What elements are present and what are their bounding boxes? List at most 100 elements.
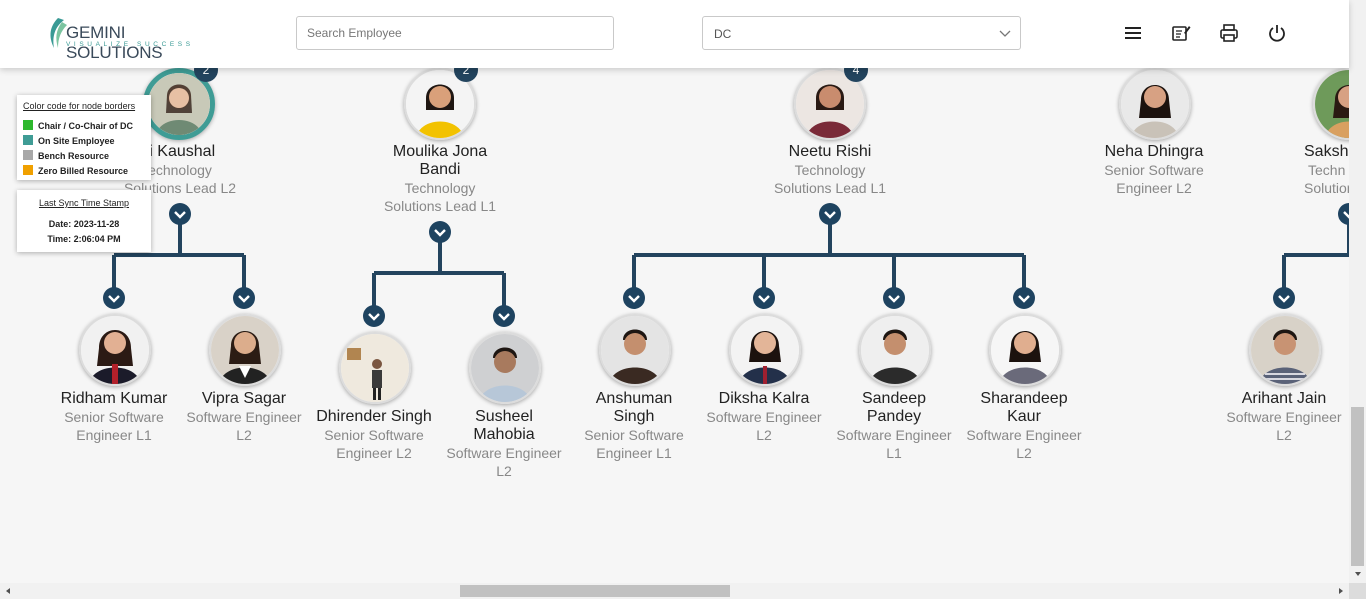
employee-role: Software Engineer	[1226, 409, 1342, 425]
org-chart-canvas[interactable]: 2 ti Kaushal echnology Solutions Lead L2…	[0, 68, 1349, 583]
expand-toggle-sakshi[interactable]	[1338, 203, 1349, 225]
employee-name: Dhirender Singh	[316, 408, 432, 425]
expand-toggle-ridham[interactable]	[103, 287, 125, 309]
employee-role: Engineer L2	[336, 445, 412, 461]
node-sandeep[interactable]: Sandeep Pandey Software Engineer L1	[824, 390, 964, 462]
chevron-down-icon	[108, 295, 120, 303]
avatar-arihant[interactable]	[1249, 314, 1321, 386]
employee-name: Bandi	[419, 161, 461, 178]
avatar-ridham[interactable]	[79, 314, 151, 386]
avatar-anshuman[interactable]	[599, 314, 671, 386]
sync-timestamp-box: Last Sync Time Stamp Date: 2023-11-28 Ti…	[17, 190, 151, 252]
legend-label: Chair / Co-Chair of DC	[38, 121, 134, 131]
employee-role: L2	[236, 427, 252, 443]
sync-time: Time: 2:06:04 PM	[47, 234, 121, 244]
vertical-scroll-thumb[interactable]	[1351, 407, 1364, 566]
power-icon[interactable]	[1266, 22, 1288, 44]
avatar-sharandeep[interactable]	[989, 314, 1061, 386]
employee-role: Solutions	[1304, 180, 1349, 196]
node-ridham[interactable]: Ridham Kumar Senior Software Engineer L1	[44, 390, 184, 444]
legend-label: Bench Resource	[38, 151, 110, 161]
menu-icon[interactable]	[1122, 22, 1144, 44]
node-moulika[interactable]: Moulika Jona Bandi Technology Solutions …	[370, 143, 510, 215]
chevron-down-icon	[238, 295, 250, 303]
top-header: GEMINI SOLUTIONS VISUALIZE SUCCESS DC	[0, 0, 1349, 68]
expand-toggle-dhirender[interactable]	[363, 305, 385, 327]
employee-name: Neha Dhingra	[1104, 143, 1204, 160]
chevron-down-icon	[174, 211, 186, 219]
avatar-sandeep[interactable]	[859, 314, 931, 386]
employee-name: Pandey	[866, 408, 922, 425]
employee-name: Arihant Jain	[1241, 390, 1327, 407]
employee-name: Ridham Kumar	[60, 390, 168, 407]
print-icon[interactable]	[1218, 22, 1240, 44]
border-color-legend: Color code for node borders Chair / Co-C…	[17, 95, 151, 180]
chevron-down-icon	[888, 295, 900, 303]
expand-toggle-susheel[interactable]	[493, 305, 515, 327]
legend-label: Zero Billed Resource	[38, 166, 129, 176]
employee-name: Singh	[613, 408, 655, 425]
avatar-susheel[interactable]	[469, 332, 541, 404]
employee-role: Senior Software	[64, 409, 164, 425]
scroll-right-arrow-icon[interactable]	[1337, 587, 1345, 595]
gemini-logo[interactable]: GEMINI SOLUTIONS VISUALIZE SUCCESS	[46, 16, 216, 62]
employee-role: Solutions Lead L1	[383, 198, 497, 214]
node-diksha[interactable]: Diksha Kalra Software Engineer L2	[694, 390, 834, 444]
expand-toggle-moulika[interactable]	[429, 221, 451, 243]
node-dhirender[interactable]: Dhirender Singh Senior Software Engineer…	[304, 408, 444, 462]
legend-item: Bench Resource	[23, 150, 109, 161]
employee-role: Techn	[1308, 162, 1346, 178]
avatar-dhirender[interactable]	[339, 332, 411, 404]
node-arihant[interactable]: Arihant Jain Software Engineer L2	[1214, 390, 1349, 444]
expand-toggle-vipra[interactable]	[233, 287, 255, 309]
chevron-down-icon	[1278, 295, 1290, 303]
search-employee-input[interactable]	[296, 16, 614, 50]
chevron-down-icon	[824, 211, 836, 219]
expand-toggle-diksha[interactable]	[753, 287, 775, 309]
leaf-logo-icon	[50, 18, 67, 48]
avatar-vipra[interactable]	[209, 314, 281, 386]
employee-name: Diksha Kalra	[718, 390, 810, 407]
node-sharandeep[interactable]: Sharandeep Kaur Software Engineer L2	[954, 390, 1094, 462]
expand-toggle-arihant[interactable]	[1273, 287, 1295, 309]
node-susheel[interactable]: Susheel Mahobia Software Engineer L2	[434, 408, 574, 480]
scroll-left-arrow-icon[interactable]	[4, 587, 12, 595]
employee-role: Senior Software	[1104, 162, 1204, 178]
chevron-down-icon	[758, 295, 770, 303]
scroll-down-arrow-icon[interactable]	[1354, 570, 1362, 578]
legend-item: On Site Employee	[23, 135, 115, 146]
employee-name: Neetu Rishi	[788, 143, 872, 160]
chevron-down-icon	[1018, 295, 1030, 303]
employee-name: Vipra Sagar	[201, 390, 287, 407]
legend-swatch	[23, 150, 33, 160]
expand-toggle-neetu[interactable]	[819, 203, 841, 225]
employee-role: Software Engineer	[446, 445, 562, 461]
expand-toggle-kaushal[interactable]	[169, 203, 191, 225]
edit-notes-icon[interactable]	[1170, 22, 1192, 44]
employee-role: L1	[886, 445, 902, 461]
dc-select-value: DC	[714, 27, 732, 41]
chevron-down-icon	[628, 295, 640, 303]
chevron-down-icon	[999, 30, 1011, 37]
node-neetu[interactable]: Neetu Rishi Technology Solutions Lead L1	[760, 143, 900, 197]
node-vipra[interactable]: Vipra Sagar Software Engineer L2	[174, 390, 314, 444]
employee-role: L2	[1276, 427, 1292, 443]
node-sakshi[interactable]: Saksh Techn Solutions	[1280, 143, 1349, 197]
node-anshuman[interactable]: Anshuman Singh Senior Software Engineer …	[564, 390, 704, 462]
employee-role: Software Engineer	[966, 427, 1082, 443]
employee-name: Susheel	[475, 408, 533, 425]
employee-role: Technology	[794, 162, 866, 178]
horizontal-scroll-thumb[interactable]	[460, 585, 730, 597]
employee-role: L2	[756, 427, 772, 443]
avatar-neha[interactable]	[1119, 68, 1191, 140]
expand-toggle-sandeep[interactable]	[883, 287, 905, 309]
sync-date: Date: 2023-11-28	[48, 219, 120, 229]
expand-toggle-anshuman[interactable]	[623, 287, 645, 309]
employee-name: Kaur	[1007, 408, 1041, 425]
employee-role: Engineer L1	[596, 445, 672, 461]
expand-toggle-sharandeep[interactable]	[1013, 287, 1035, 309]
dc-select[interactable]: DC	[702, 16, 1021, 50]
avatar-diksha[interactable]	[729, 314, 801, 386]
node-neha[interactable]: Neha Dhingra Senior Software Engineer L2	[1084, 143, 1224, 197]
legend-swatch	[23, 120, 33, 130]
